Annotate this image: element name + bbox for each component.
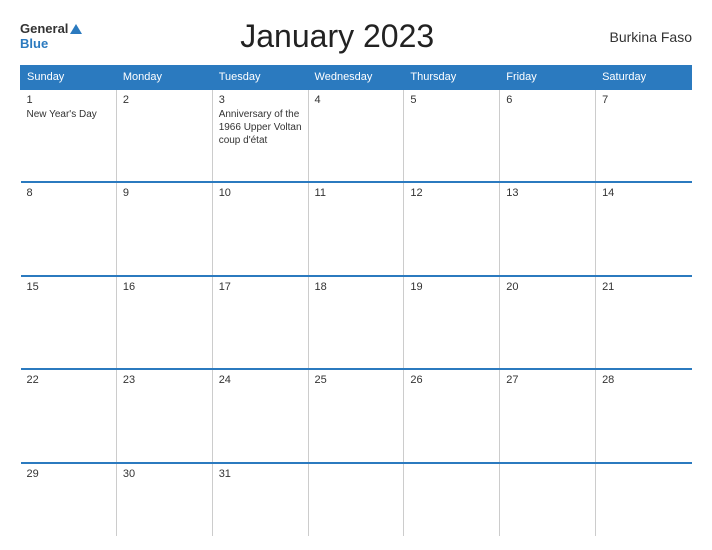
- day-number: 1: [27, 94, 110, 106]
- day-number: 20: [506, 281, 589, 293]
- table-row: 9: [116, 182, 212, 275]
- table-row: 4: [308, 89, 404, 182]
- table-row: 17: [212, 276, 308, 369]
- col-monday: Monday: [116, 66, 212, 90]
- day-number: 18: [315, 281, 398, 293]
- table-row: 24: [212, 369, 308, 462]
- table-row: 15: [21, 276, 117, 369]
- week-row-2: 8 9 10 11 12 13 14: [21, 182, 692, 275]
- table-row: 13: [500, 182, 596, 275]
- table-row: [404, 463, 500, 536]
- day-number: 15: [27, 281, 110, 293]
- day-number: 2: [123, 94, 206, 106]
- day-number: 16: [123, 281, 206, 293]
- col-saturday: Saturday: [596, 66, 692, 90]
- col-wednesday: Wednesday: [308, 66, 404, 90]
- day-number: 7: [602, 94, 685, 106]
- day-number: 10: [219, 187, 302, 199]
- week-row-4: 22 23 24 25 26 27 28: [21, 369, 692, 462]
- table-row: 25: [308, 369, 404, 462]
- country-label: Burkina Faso: [592, 29, 692, 45]
- col-friday: Friday: [500, 66, 596, 90]
- table-row: 21: [596, 276, 692, 369]
- table-row: 30: [116, 463, 212, 536]
- day-number: 19: [410, 281, 493, 293]
- day-number: 8: [27, 187, 110, 199]
- page: General Blue January 2023 Burkina Faso S…: [0, 0, 712, 550]
- day-number: 30: [123, 468, 206, 480]
- day-number: 17: [219, 281, 302, 293]
- logo: General Blue: [20, 22, 82, 51]
- table-row: 8: [21, 182, 117, 275]
- day-number: 24: [219, 374, 302, 386]
- calendar-title: January 2023: [82, 18, 592, 55]
- days-header-row: Sunday Monday Tuesday Wednesday Thursday…: [21, 66, 692, 90]
- table-row: 11: [308, 182, 404, 275]
- day-number: 13: [506, 187, 589, 199]
- table-row: [596, 463, 692, 536]
- logo-triangle-icon: [70, 24, 82, 34]
- day-number: 21: [602, 281, 685, 293]
- table-row: 22: [21, 369, 117, 462]
- table-row: 12: [404, 182, 500, 275]
- table-row: 5: [404, 89, 500, 182]
- col-tuesday: Tuesday: [212, 66, 308, 90]
- table-row: 20: [500, 276, 596, 369]
- table-row: 3 Anniversary of the 1966 Upper Voltan co…: [212, 89, 308, 182]
- week-row-3: 15 16 17 18 19 20 21: [21, 276, 692, 369]
- table-row: 6: [500, 89, 596, 182]
- day-number: 12: [410, 187, 493, 199]
- event-label: New Year's Day: [27, 109, 97, 120]
- table-row: 23: [116, 369, 212, 462]
- table-row: 27: [500, 369, 596, 462]
- day-number: 9: [123, 187, 206, 199]
- calendar-table: Sunday Monday Tuesday Wednesday Thursday…: [20, 65, 692, 536]
- day-number: 3: [219, 94, 302, 106]
- logo-blue-text: Blue: [20, 37, 48, 51]
- table-row: 26: [404, 369, 500, 462]
- table-row: 28: [596, 369, 692, 462]
- day-number: 22: [27, 374, 110, 386]
- event-label: Anniversary of the 1966 Upper Voltan cou…: [219, 109, 302, 146]
- col-thursday: Thursday: [404, 66, 500, 90]
- day-number: 5: [410, 94, 493, 106]
- day-number: 26: [410, 374, 493, 386]
- day-number: 29: [27, 468, 110, 480]
- day-number: 31: [219, 468, 302, 480]
- day-number: 14: [602, 187, 685, 199]
- table-row: 1 New Year's Day: [21, 89, 117, 182]
- table-row: 2: [116, 89, 212, 182]
- table-row: 19: [404, 276, 500, 369]
- table-row: 29: [21, 463, 117, 536]
- table-row: 14: [596, 182, 692, 275]
- day-number: 4: [315, 94, 398, 106]
- table-row: 16: [116, 276, 212, 369]
- logo-general-text: General: [20, 22, 68, 36]
- day-number: 28: [602, 374, 685, 386]
- week-row-5: 29 30 31: [21, 463, 692, 536]
- header: General Blue January 2023 Burkina Faso: [20, 18, 692, 55]
- table-row: 31: [212, 463, 308, 536]
- table-row: [308, 463, 404, 536]
- day-number: 25: [315, 374, 398, 386]
- week-row-1: 1 New Year's Day 2 3 Anniversary of the 1966…: [21, 89, 692, 182]
- table-row: 10: [212, 182, 308, 275]
- day-number: 23: [123, 374, 206, 386]
- day-number: 6: [506, 94, 589, 106]
- day-number: 27: [506, 374, 589, 386]
- col-sunday: Sunday: [21, 66, 117, 90]
- table-row: [500, 463, 596, 536]
- table-row: 7: [596, 89, 692, 182]
- day-number: 11: [315, 187, 398, 199]
- table-row: 18: [308, 276, 404, 369]
